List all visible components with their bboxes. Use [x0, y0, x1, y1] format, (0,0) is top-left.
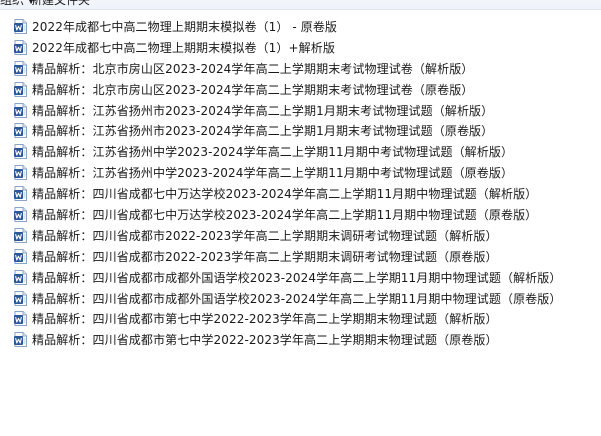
file-list-item[interactable]: 精品解析：四川省成都市第七中学2022-2023学年高二上学期期末物理试题（解析…: [0, 308, 601, 329]
file-name: 精品解析：四川省成都市2022-2023学年高二上学期期末调研考试物理试题（原卷…: [32, 249, 498, 264]
word-document-icon: [14, 60, 27, 76]
file-list-item[interactable]: 精品解析：四川省成都七中万达学校2023-2024学年高二上学期11月期中物理试…: [0, 204, 601, 225]
file-list-item[interactable]: 2022年成都七中高二物理上期期末模拟卷（1）+解析版: [0, 37, 601, 58]
file-list-item[interactable]: 精品解析：江苏省扬州中学2023-2024学年高二上学期11月期中考试物理试题（…: [0, 141, 601, 162]
word-document-icon: [14, 269, 27, 285]
word-document-icon: [14, 165, 27, 181]
file-name: 精品解析：江苏省扬州中学2023-2024学年高二上学期11月期中考试物理试题（…: [32, 145, 514, 160]
file-list-item[interactable]: 精品解析：四川省成都市成都外国语学校2023-2024学年高二上学期11月期中物…: [0, 267, 601, 288]
word-document-icon: [14, 186, 27, 202]
file-name: 精品解析：北京市房山区2023-2024学年高二上学期期末考试物理试卷（原卷版）: [32, 82, 474, 97]
file-name: 精品解析：四川省成都市成都外国语学校2023-2024学年高二上学期11月期中物…: [32, 291, 562, 306]
file-name: 精品解析：江苏省扬州市2023-2024学年高二上学期1月期末考试物理试题（原卷…: [32, 124, 494, 139]
file-list-item[interactable]: 精品解析：四川省成都市2022-2023学年高二上学期期末调研考试物理试题（原卷…: [0, 246, 601, 267]
word-document-icon: [14, 39, 27, 55]
file-name: 精品解析：北京市房山区2023-2024学年高二上学期期末考试物理试卷（解析版）: [32, 61, 474, 76]
word-document-icon: [14, 206, 27, 222]
file-name: 2022年成都七中高二物理上期期末模拟卷（1）+解析版: [32, 40, 335, 55]
new-folder-button[interactable]: 新建文件夹: [30, 0, 90, 9]
file-list-item[interactable]: 精品解析：四川省成都市成都外国语学校2023-2024学年高二上学期11月期中物…: [0, 288, 601, 309]
explorer-window: 组织 ▾ 新建文件夹 2022年成都七中高二物理上期期末模拟卷（1） - 原卷版: [0, 0, 601, 436]
word-document-icon: [14, 332, 27, 348]
word-document-icon: [14, 248, 27, 264]
word-document-icon: [14, 290, 27, 306]
file-list-item[interactable]: 精品解析：北京市房山区2023-2024学年高二上学期期末考试物理试卷（原卷版）: [0, 79, 601, 100]
word-document-icon: [14, 123, 27, 139]
file-name: 精品解析：四川省成都市成都外国语学校2023-2024学年高二上学期11月期中物…: [32, 270, 562, 285]
file-name: 精品解析：四川省成都市第七中学2022-2023学年高二上学期期末物理试题（解析…: [32, 312, 498, 327]
file-name: 2022年成都七中高二物理上期期末模拟卷（1） - 原卷版: [32, 19, 338, 34]
file-name: 精品解析：江苏省扬州中学2023-2024学年高二上学期11月期中考试物理试题（…: [32, 166, 514, 181]
file-list-item[interactable]: 精品解析：江苏省扬州中学2023-2024学年高二上学期11月期中考试物理试题（…: [0, 162, 601, 183]
toolbar: 组织 ▾ 新建文件夹: [0, 0, 601, 10]
word-document-icon: [14, 18, 27, 34]
file-name: 精品解析：江苏省扬州市2023-2024学年高二上学期1月期末考试物理试题（解析…: [32, 103, 494, 118]
file-name: 精品解析：四川省成都市2022-2023学年高二上学期期末调研考试物理试题（解析…: [32, 228, 498, 243]
file-list-item[interactable]: 精品解析：四川省成都市第七中学2022-2023学年高二上学期期末物理试题（原卷…: [0, 329, 601, 350]
word-document-icon: [14, 81, 27, 97]
word-document-icon: [14, 102, 27, 118]
file-name: 精品解析：四川省成都市第七中学2022-2023学年高二上学期期末物理试题（原卷…: [32, 333, 498, 348]
file-list-item[interactable]: 2022年成都七中高二物理上期期末模拟卷（1） - 原卷版: [0, 16, 601, 37]
word-document-icon: [14, 311, 27, 327]
file-list-item[interactable]: 精品解析：四川省成都七中万达学校2023-2024学年高二上学期11月期中物理试…: [0, 183, 601, 204]
file-list-item[interactable]: 精品解析：江苏省扬州市2023-2024学年高二上学期1月期末考试物理试题（原卷…: [0, 120, 601, 141]
word-document-icon: [14, 144, 27, 160]
file-name: 精品解析：四川省成都七中万达学校2023-2024学年高二上学期11月期中物理试…: [32, 207, 538, 222]
organize-button[interactable]: 组织 ▾: [0, 0, 34, 9]
file-name: 精品解析：四川省成都七中万达学校2023-2024学年高二上学期11月期中物理试…: [32, 187, 538, 202]
word-document-icon: [14, 227, 27, 243]
file-list-item[interactable]: 精品解析：江苏省扬州市2023-2024学年高二上学期1月期末考试物理试题（解析…: [0, 100, 601, 121]
file-list-item[interactable]: 精品解析：四川省成都市2022-2023学年高二上学期期末调研考试物理试题（解析…: [0, 225, 601, 246]
file-list-item[interactable]: 精品解析：北京市房山区2023-2024学年高二上学期期末考试物理试卷（解析版）: [0, 58, 601, 79]
file-list: 2022年成都七中高二物理上期期末模拟卷（1） - 原卷版 2022年成都七中高…: [0, 16, 601, 350]
